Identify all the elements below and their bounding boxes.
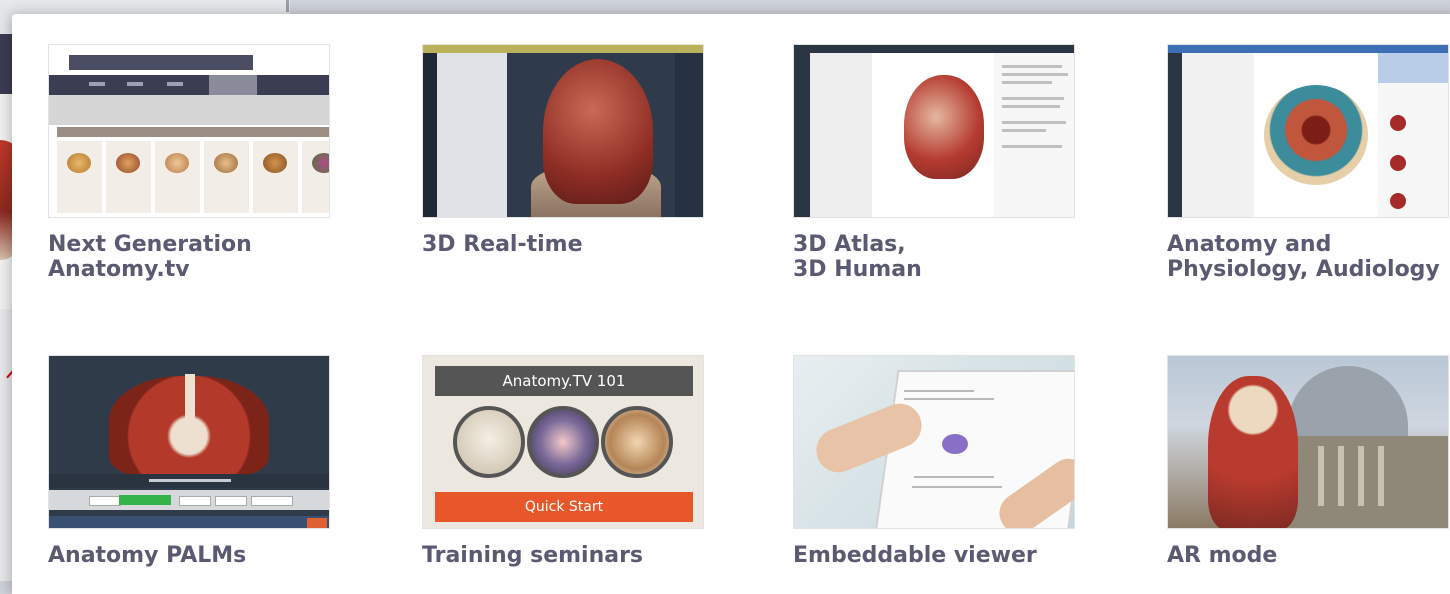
product-card-3d-real-time[interactable]: 3D Real-time [422,44,704,257]
mock-tile [155,141,200,213]
mock-cell-model [1264,85,1368,185]
brain-section-image [527,406,599,478]
product-thumbnail[interactable] [1167,355,1449,529]
product-thumbnail[interactable]: Anatomy.TV 101 Quick Start [422,355,704,529]
brain-image [601,406,673,478]
skull-image [453,406,525,478]
product-thumbnail[interactable] [793,355,1075,529]
mock-search-bar [69,55,253,70]
product-card-3d-atlas[interactable]: 3D Atlas, 3D Human [793,44,1075,282]
product-title[interactable]: 3D Real-time [422,232,704,257]
mock-section-header [57,127,329,137]
ar-anatomy-figure [1208,376,1298,528]
product-title[interactable]: 3D Atlas, 3D Human [793,232,1075,282]
product-title[interactable]: Embeddable viewer [793,543,1075,568]
mock-head-model [904,75,984,179]
mock-text-panel [994,53,1074,217]
mock-tile [302,141,329,213]
mock-tile [204,141,249,213]
mock-tab-bar [49,75,329,95]
product-thumbnail[interactable] [48,355,330,529]
product-title[interactable]: Next Generation Anatomy.tv [48,232,330,282]
product-title[interactable]: Training seminars [422,543,704,568]
product-thumbnail[interactable] [48,44,330,218]
products-panel: Next Generation Anatomy.tv 3D Real-time 3… [12,14,1450,594]
mock-tile [253,141,298,213]
product-thumbnail[interactable] [422,44,704,218]
quick-start-button: Quick Start [435,492,693,522]
product-card-next-generation[interactable]: Next Generation Anatomy.tv [48,44,330,282]
mock-tile [57,141,102,213]
mock-tile [106,141,151,213]
product-title[interactable]: Anatomy and Physiology, Audiology [1167,232,1449,282]
product-thumbnail[interactable] [1167,44,1449,218]
product-card-ar-mode[interactable]: AR mode [1167,355,1449,568]
product-title[interactable]: AR mode [1167,543,1449,568]
mock-head-model [543,59,653,204]
product-card-anatomy-physiology[interactable]: Anatomy and Physiology, Audiology [1167,44,1449,282]
product-card-embeddable-viewer[interactable]: Embeddable viewer [793,355,1075,568]
mock-3d-model [942,434,968,454]
mock-toolbar [49,95,329,125]
cathedral-dome [1288,366,1408,446]
product-card-anatomy-palms[interactable]: Anatomy PALMs [48,355,330,568]
background-divider [286,0,289,12]
product-card-training-seminars[interactable]: Anatomy.TV 101 Quick Start Training semi… [422,355,704,568]
product-title[interactable]: Anatomy PALMs [48,543,330,568]
product-thumbnail[interactable] [793,44,1075,218]
training-banner: Anatomy.TV 101 [435,366,693,396]
